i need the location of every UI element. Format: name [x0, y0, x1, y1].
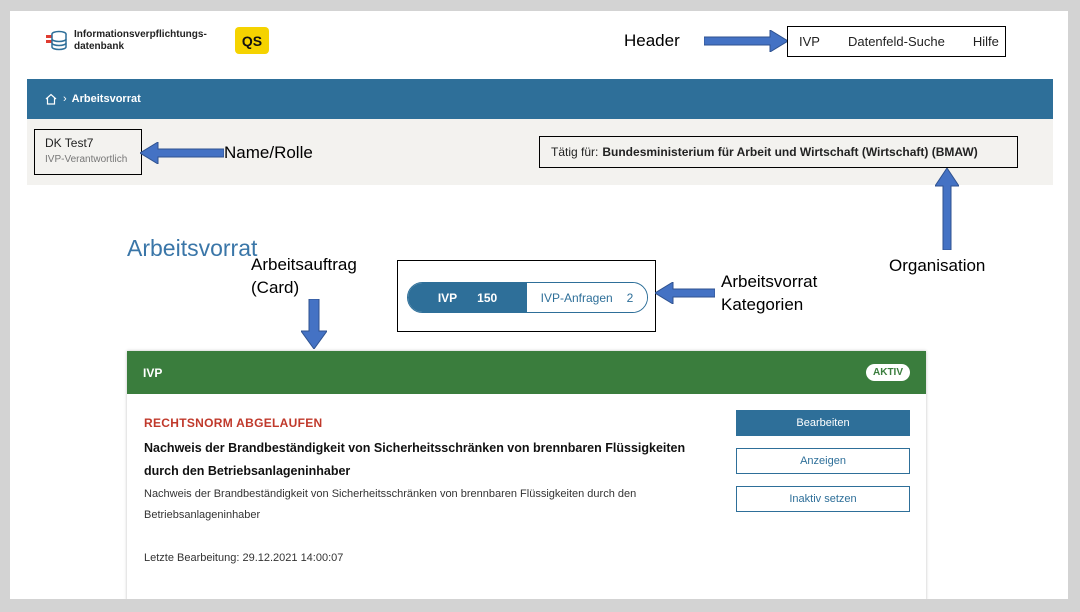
nav-ivp[interactable]: IVP [799, 34, 820, 49]
user-info: DK Test7 IVP-Verantwortlich [34, 129, 142, 175]
card-last-edit: Letzte Bearbeitung: 29.12.2021 14:00:07 [144, 552, 344, 564]
tab-ivp-label: IVP [437, 290, 458, 305]
status-badge: AKTIV [866, 364, 910, 381]
nav-hilfe[interactable]: Hilfe [973, 34, 999, 49]
arrow-up-icon [935, 168, 959, 250]
organisation-name: Bundesministerium für Arbeit und Wirtsch… [602, 145, 978, 159]
annotation-header: Header [624, 31, 680, 50]
arrow-down-icon [301, 299, 327, 349]
database-icon [46, 30, 67, 51]
breadcrumb: › Arbeitsvorrat [27, 79, 1053, 119]
logo[interactable]: Informationsverpflichtungs- datenbank [44, 29, 207, 53]
chevron-right-icon: › [63, 93, 67, 105]
deactivate-button[interactable]: Inaktiv setzen [736, 486, 910, 512]
home-icon[interactable] [45, 93, 57, 105]
annotation-arbeitsauftrag-line2: (Card) [251, 278, 300, 297]
edit-button[interactable]: Bearbeiten [736, 410, 910, 436]
annotation-name-rolle: Name/Rolle [224, 143, 313, 162]
card-description: Nachweis der Brandbeständigkeit von Sich… [144, 488, 637, 521]
category-tabs: IVP 150 IVP-Anfragen 2 [407, 282, 648, 313]
logo-line2: datenbank [74, 41, 125, 52]
annotation-kategorien-line2: Kategorien [721, 295, 804, 314]
tab-ivp-anfragen-count: 2 [626, 290, 634, 305]
annotation-organisation: Organisation [889, 256, 986, 275]
card-status: RECHTSNORM ABGELAUFEN [144, 416, 323, 430]
page: Informationsverpflichtungs- datenbank QS… [10, 11, 1068, 599]
tab-ivp-anfragen[interactable]: IVP-Anfragen 2 [527, 283, 647, 312]
card-header: IVP AKTIV [127, 351, 926, 394]
arrow-left-icon [140, 142, 224, 164]
header-nav: IVP Datenfeld-Suche Hilfe [787, 26, 1006, 57]
annotation-arbeitsauftrag-line1: Arbeitsauftrag [251, 255, 357, 274]
arrow-right-icon [704, 30, 788, 52]
annotation-arbeitsauftrag: Arbeitsauftrag (Card) [251, 253, 357, 299]
user-name: DK Test7 [45, 136, 94, 150]
user-role: IVP-Verantwortlich [45, 154, 128, 165]
tab-ivp-count: 150 [477, 290, 498, 305]
qs-badge: QS [235, 27, 269, 54]
logo-line1: Informationsverpflichtungs- [74, 29, 207, 40]
logo-text: Informationsverpflichtungs- datenbank [74, 29, 207, 53]
breadcrumb-current: Arbeitsvorrat [71, 93, 141, 105]
annotation-kategorien: Arbeitsvorrat Kategorien [721, 270, 817, 316]
organisation-info: Tätig für: Bundesministerium für Arbeit … [539, 136, 1018, 168]
tab-ivp[interactable]: IVP 150 [408, 283, 527, 312]
annotation-kategorien-line1: Arbeitsvorrat [721, 272, 818, 291]
nav-datenfeld-suche[interactable]: Datenfeld-Suche [848, 34, 945, 49]
card-header-title: IVP [143, 365, 163, 380]
arrow-left-icon [655, 282, 715, 304]
page-title: Arbeitsvorrat [127, 235, 258, 261]
card-title: Nachweis der Brandbeständigkeit von Sich… [144, 441, 686, 478]
organisation-prefix: Tätig für: [551, 145, 599, 159]
tab-ivp-anfragen-label: IVP-Anfragen [540, 290, 613, 305]
view-button[interactable]: Anzeigen [736, 448, 910, 474]
work-item-card: IVP AKTIV RECHTSNORM ABGELAUFEN Nachweis… [127, 351, 926, 599]
